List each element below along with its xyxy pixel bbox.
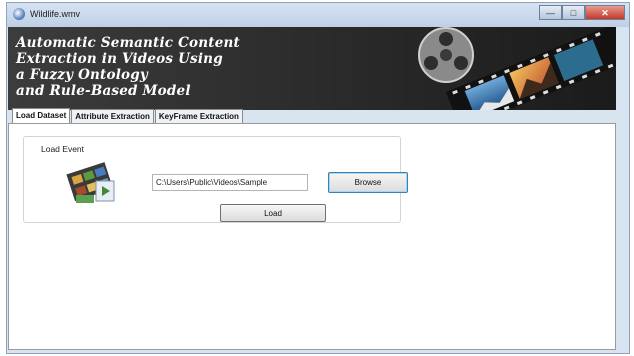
banner-line: Extraction in Videos Using: [16, 51, 223, 67]
load-button[interactable]: Load: [220, 204, 326, 222]
banner-title: Automatic Semantic Content Extraction in…: [16, 35, 416, 99]
banner-line: Automatic Semantic Content: [16, 35, 240, 51]
tab-panel-load-dataset: Load Event Browse Load: [8, 123, 616, 350]
maximize-button[interactable]: □: [562, 5, 585, 20]
window-controls: — □ ✕: [539, 5, 625, 22]
app-icon[interactable]: [13, 8, 25, 20]
browse-button[interactable]: Browse: [328, 172, 408, 193]
tab-keyframe-extraction[interactable]: KeyFrame Extraction: [154, 109, 243, 123]
tab-attribute-extraction[interactable]: Attribute Extraction: [71, 109, 154, 123]
load-event-group: Load Event Browse Load: [23, 136, 408, 223]
title-bar[interactable]: Wildlife.wmv — □ ✕: [7, 3, 629, 27]
close-button[interactable]: ✕: [585, 5, 625, 20]
video-clips-icon: [66, 162, 115, 203]
banner-line: and Rule-Based Model: [16, 83, 191, 99]
tab-load-dataset[interactable]: Load Dataset: [12, 108, 71, 123]
group-label: Load Event: [38, 144, 88, 154]
tab-strip: Load Dataset Attribute Extraction KeyFra…: [12, 108, 244, 123]
file-path-input[interactable]: [152, 174, 308, 191]
header-banner: Automatic Semantic Content Extraction in…: [8, 27, 616, 110]
banner-line: a Fuzzy Ontology: [16, 67, 148, 83]
minimize-button[interactable]: —: [539, 5, 562, 20]
window-title: Wildlife.wmv: [30, 9, 81, 19]
film-reel-icon: [418, 27, 616, 110]
